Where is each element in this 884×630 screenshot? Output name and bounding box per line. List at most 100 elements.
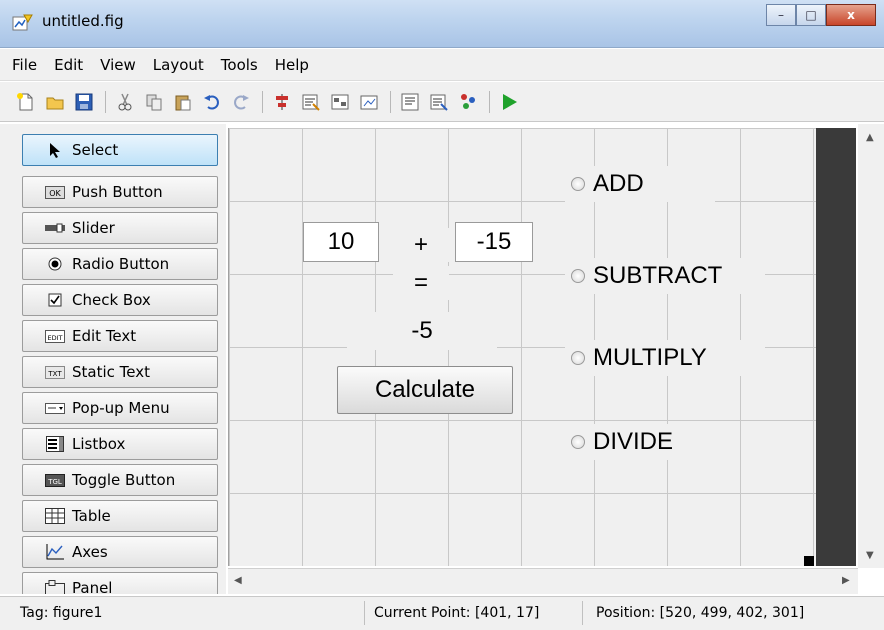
operator-label: + [393, 228, 449, 262]
figure-resize-handle[interactable] [804, 556, 814, 566]
undo-icon[interactable] [202, 92, 222, 112]
redo-icon[interactable] [231, 92, 251, 112]
paste-icon[interactable] [173, 92, 193, 112]
status-divider [364, 601, 365, 625]
layout-canvas[interactable]: 10 + -15 = -5 Calculate ADD SUBTRACT MUL… [228, 128, 816, 566]
svg-text:TXT: TXT [47, 370, 62, 378]
palette-label: Select [72, 141, 119, 159]
title-bar: untitled.fig – □ x [0, 0, 884, 48]
palette-label: Radio Button [72, 255, 170, 273]
svg-text:OK: OK [49, 189, 61, 198]
maximize-button[interactable]: □ [796, 4, 826, 26]
radio-label: MULTIPLY [593, 344, 707, 371]
menu-bar: File Edit View Layout Tools Help [0, 49, 884, 81]
radio-subtract[interactable]: SUBTRACT [565, 258, 765, 294]
toolbar-editor-icon[interactable] [359, 92, 379, 112]
position-status: Position: [520, 499, 402, 301] [596, 605, 805, 621]
editor-icon[interactable] [400, 92, 420, 112]
property-inspector-icon[interactable] [429, 92, 449, 112]
align-objects-icon[interactable] [272, 92, 292, 112]
palette-label: Axes [72, 543, 108, 561]
palette-listbox[interactable]: Listbox [22, 428, 218, 460]
window-title: untitled.fig [42, 12, 124, 30]
palette-popup-menu[interactable]: Pop-up Menu [22, 392, 218, 424]
palette-push-button[interactable]: OK Push Button [22, 176, 218, 208]
copy-icon[interactable] [144, 92, 164, 112]
slider-icon [45, 221, 65, 235]
minimize-button[interactable]: – [766, 4, 796, 26]
palette-label: Panel [72, 579, 113, 594]
figure-file-icon [12, 13, 34, 33]
axes-icon [45, 544, 65, 560]
arrow-pointer-icon [45, 143, 65, 158]
scroll-left-icon[interactable]: ◀ [234, 575, 242, 586]
calculate-button[interactable]: Calculate [337, 366, 513, 414]
menu-layout[interactable]: Layout [147, 56, 215, 74]
radio-label: SUBTRACT [593, 262, 723, 289]
palette-label: Check Box [72, 291, 151, 309]
vertical-scrollbar[interactable]: ▲ ▼ [858, 124, 884, 568]
scroll-down-icon[interactable]: ▼ [866, 550, 874, 561]
palette-slider[interactable]: Slider [22, 212, 218, 244]
run-figure-icon[interactable] [499, 92, 519, 112]
toolbar-separator [262, 90, 263, 113]
component-palette: Select OK Push Button Slider Radio Butto… [0, 124, 226, 594]
radio-button-icon [45, 257, 65, 271]
open-folder-icon[interactable] [45, 92, 65, 112]
equals-label: = [393, 266, 449, 300]
palette-label: Listbox [72, 435, 126, 453]
menu-tools[interactable]: Tools [215, 56, 269, 74]
input-a-field[interactable]: 10 [303, 222, 379, 262]
check-box-icon [45, 293, 65, 307]
menu-file[interactable]: File [6, 56, 48, 74]
palette-radio-button[interactable]: Radio Button [22, 248, 218, 280]
push-button-icon: OK [45, 185, 65, 199]
palette-select[interactable]: Select [22, 134, 218, 166]
radio-label: DIVIDE [593, 428, 674, 455]
cut-icon[interactable] [115, 92, 135, 112]
radio-add[interactable]: ADD [565, 166, 715, 202]
toggle-button-icon: TGL [45, 473, 65, 487]
palette-label: Static Text [72, 363, 150, 381]
toolbar-separator [489, 90, 490, 113]
palette-edit-text[interactable]: EDIT Edit Text [22, 320, 218, 352]
tab-order-icon[interactable] [330, 92, 350, 112]
palette-label: Edit Text [72, 327, 137, 345]
palette-panel[interactable]: Panel [22, 572, 218, 594]
radio-circle-icon [571, 435, 585, 449]
palette-check-box[interactable]: Check Box [22, 284, 218, 316]
popup-menu-icon [45, 401, 65, 415]
svg-text:EDIT: EDIT [48, 334, 63, 342]
palette-static-text[interactable]: TXT Static Text [22, 356, 218, 388]
radio-multiply[interactable]: MULTIPLY [565, 340, 765, 376]
current-point-status: Current Point: [401, 17] [374, 605, 540, 621]
edit-text-icon: EDIT [45, 329, 65, 343]
menu-view[interactable]: View [94, 56, 147, 74]
palette-axes[interactable]: Axes [22, 536, 218, 568]
panel-icon [45, 580, 65, 594]
palette-table[interactable]: Table [22, 500, 218, 532]
result-label: -5 [347, 312, 497, 350]
status-bar: Tag: figure1 Current Point: [401, 17] Po… [0, 596, 884, 630]
palette-label: Slider [72, 219, 115, 237]
status-divider [582, 601, 583, 625]
menu-edit[interactable]: Edit [48, 56, 94, 74]
save-icon[interactable] [74, 92, 94, 112]
radio-circle-icon [571, 177, 585, 191]
menu-help[interactable]: Help [269, 56, 320, 74]
radio-label: ADD [593, 170, 644, 197]
palette-toggle-button[interactable]: TGL Toggle Button [22, 464, 218, 496]
scroll-up-icon[interactable]: ▲ [866, 132, 874, 143]
radio-divide[interactable]: DIVIDE [565, 424, 715, 460]
palette-label: Toggle Button [72, 471, 176, 489]
tag-status: Tag: figure1 [20, 605, 103, 621]
menu-editor-icon[interactable] [301, 92, 321, 112]
object-browser-icon[interactable] [458, 92, 478, 112]
new-file-icon[interactable] [16, 92, 36, 112]
toolbar [0, 82, 884, 122]
horizontal-scrollbar[interactable]: ◀ ▶ [228, 568, 858, 594]
radio-circle-icon [571, 269, 585, 283]
close-button[interactable]: x [826, 4, 876, 26]
scroll-right-icon[interactable]: ▶ [842, 575, 850, 586]
input-b-field[interactable]: -15 [455, 222, 533, 262]
